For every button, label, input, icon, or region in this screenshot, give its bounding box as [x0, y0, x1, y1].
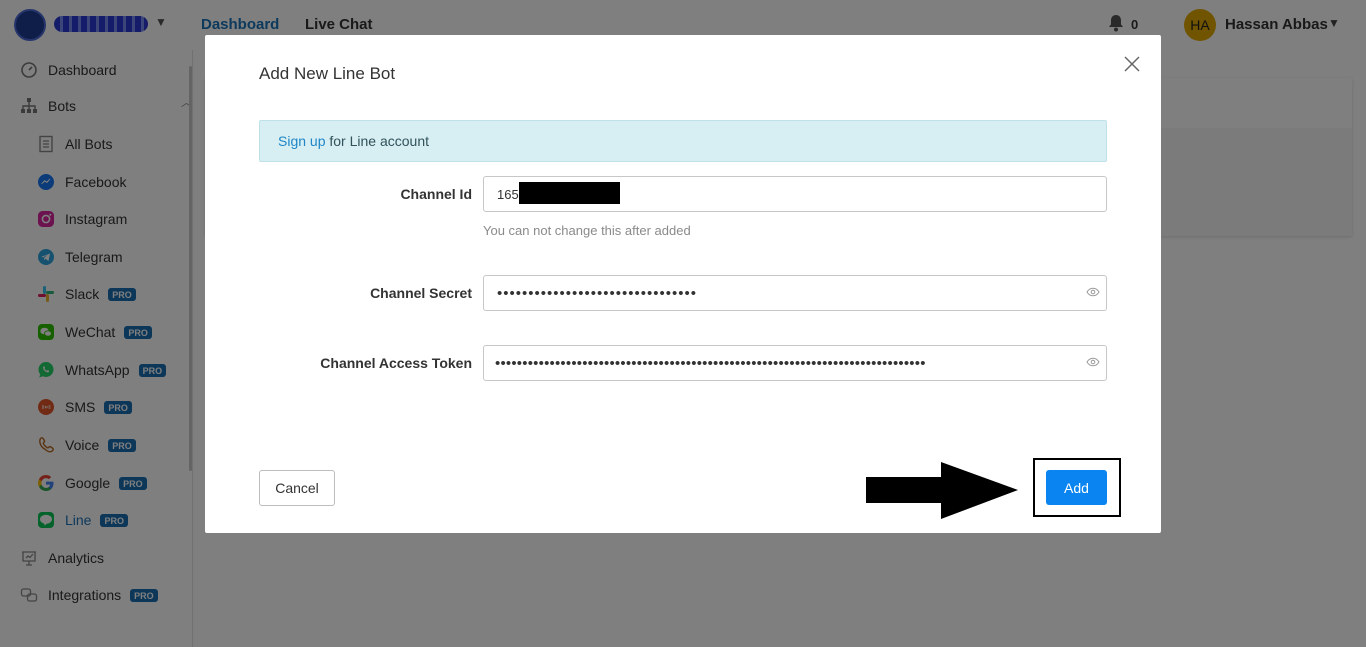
add-button[interactable]: Add [1046, 470, 1107, 505]
channel-id-label: Channel Id [400, 186, 472, 202]
signup-alert: Sign up for Line account [259, 120, 1107, 162]
channel-secret-label: Channel Secret [370, 285, 472, 301]
cancel-button[interactable]: Cancel [259, 470, 335, 506]
signup-link[interactable]: Sign up [278, 133, 325, 149]
close-icon[interactable] [1123, 55, 1141, 73]
alert-text: for Line account [325, 133, 429, 149]
arrow-annotation-icon [866, 462, 1018, 519]
modal-title: Add New Line Bot [259, 64, 396, 83]
channel-id-help: You can not change this after added [483, 223, 691, 238]
channel-access-token-input[interactable] [483, 345, 1107, 381]
redaction-block [519, 182, 620, 204]
channel-secret-input[interactable] [483, 275, 1107, 311]
eye-icon[interactable] [1086, 287, 1100, 297]
eye-icon[interactable] [1086, 357, 1100, 367]
add-line-bot-modal: Add New Line Bot Sign up for Line accoun… [205, 35, 1161, 533]
channel-access-token-label: Channel Access Token [320, 355, 472, 371]
